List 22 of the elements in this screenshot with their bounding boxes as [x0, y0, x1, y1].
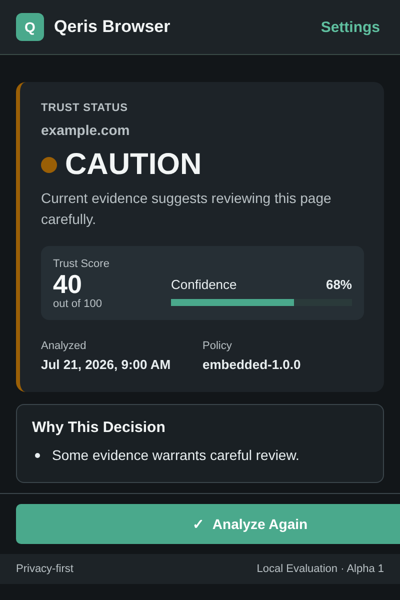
app-logo-icon: Q: [16, 13, 44, 41]
section-heading: Why This Decision: [32, 419, 166, 436]
settings-link[interactable]: Settings: [320, 18, 380, 36]
meta-label: Analyzed: [41, 340, 88, 352]
check-icon: ✓: [192, 516, 204, 532]
meta-value: embedded-1.0.0: [202, 357, 302, 372]
confidence-label: Confidence: [171, 276, 237, 292]
section-label: TRUST STATUS: [41, 102, 129, 114]
domain-name: example.com: [41, 122, 131, 138]
status-description: Current evidence suggests reviewing this page carefully.: [41, 189, 332, 229]
score-value: 40: [53, 270, 83, 298]
reason-text: Some evidence warrants careful review.: [52, 446, 300, 464]
meta-label: Policy: [202, 340, 233, 352]
status-heading: CAUTION: [65, 148, 202, 182]
score-label: Trust Score: [53, 258, 110, 270]
confidence-value: 68%: [326, 276, 352, 292]
score-suffix: out of 100: [53, 298, 103, 310]
bullet-icon: [35, 452, 40, 458]
app-title: Qeris Browser: [54, 17, 172, 37]
meta-value: Jul 21, 2026, 9:00 AM: [41, 357, 172, 372]
footer-text: Privacy-first: [16, 563, 74, 575]
footer-text: Local Evaluation · Alpha 1: [256, 563, 384, 575]
